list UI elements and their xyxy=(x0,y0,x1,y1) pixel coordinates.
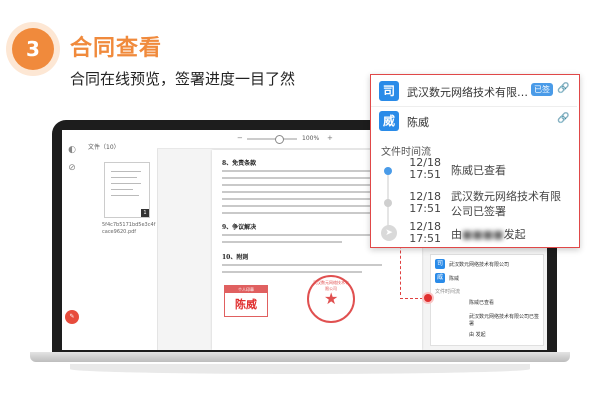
seal-star-icon: ★ xyxy=(324,289,339,308)
mini-event: 武汉数元网络技术有限公司已签署 xyxy=(469,314,540,327)
section-heading: 10、附则 xyxy=(222,254,249,261)
person-avatar-mini: 威 xyxy=(435,273,445,283)
page-subtitle: 合同在线预览，签署进度一目了然 xyxy=(70,70,296,88)
sign-action-icon[interactable]: ✎ xyxy=(65,310,79,324)
laptop-base xyxy=(30,352,570,362)
company-avatar: 司 xyxy=(379,81,399,101)
page-title: 合同查看 xyxy=(70,36,163,61)
link-icon[interactable]: 🔗 xyxy=(557,83,569,94)
person-avatar: 威 xyxy=(379,111,399,131)
callout-marker xyxy=(424,294,432,302)
attachment-icon[interactable]: ⊘ xyxy=(66,162,78,174)
event-date: 12/18 17:51 xyxy=(409,220,441,245)
event-text: 陈威已查看 xyxy=(451,164,506,177)
timeline-dot xyxy=(384,199,392,207)
section-heading: 9、争议解决 xyxy=(222,224,257,231)
company-seal: 武汉数元网络技术有限公司 ★ xyxy=(307,275,355,323)
person-signer-name: 陈威 xyxy=(407,116,429,129)
event-text: 武汉数元网络技术有限公司已签署 xyxy=(451,190,561,218)
file-panel: 文件（10） 1 5f4c7b5171bd5e3c4fcace9620.pdf xyxy=(82,130,158,350)
mini-company-name: 武汉数元网络技术有限公司 xyxy=(449,262,510,268)
zoom-slider[interactable] xyxy=(247,138,297,140)
zoom-in-icon[interactable]: + xyxy=(327,134,333,142)
timeline-dot xyxy=(384,167,392,175)
mini-signer-panel: 司 武汉数元网络技术有限公司 威 陈威 文件时间流 陈威已查看 武汉数元网络技术… xyxy=(430,254,544,346)
file-panel-title: 文件（10） xyxy=(88,144,120,151)
link-icon[interactable]: 🔗 xyxy=(557,113,569,124)
send-icon: ➤ xyxy=(381,225,397,241)
file-thumbnail[interactable]: 1 xyxy=(104,162,150,218)
mini-event: 陈威已查看 xyxy=(469,300,495,306)
laptop-base-shadow xyxy=(70,364,530,374)
signed-status-badge: 已签 xyxy=(531,83,553,96)
zoom-slider-handle[interactable] xyxy=(275,135,284,144)
page-count-badge: 1 xyxy=(141,209,149,217)
personal-seal-name: 陈威 xyxy=(235,298,257,311)
zoom-out-icon[interactable]: − xyxy=(237,134,243,142)
event-text: 由■■■■发起 xyxy=(451,228,526,241)
section-heading: 8、免责条款 xyxy=(222,160,257,167)
mini-person-name: 陈威 xyxy=(449,276,460,282)
app-left-bar: ◐ ⊘ ✎ xyxy=(62,130,83,350)
file-name[interactable]: 5f4c7b5171bd5e3c4fcace9620.pdf xyxy=(102,222,156,236)
event-date: 12/18 17:51 xyxy=(409,156,441,181)
company-signer-name: 武汉数元网络技术有限… xyxy=(407,86,528,99)
company-avatar-mini: 司 xyxy=(435,259,445,269)
mini-event: 由 发起 xyxy=(469,332,486,338)
personal-seal-header: 个人印章 xyxy=(225,286,267,293)
step-number-badge: 3 xyxy=(12,28,54,70)
event-date: 12/18 17:51 xyxy=(409,190,441,215)
signer-detail-popup: 司 武汉数元网络技术有限… 已签 🔗 威 陈威 🔗 文件时间流 ➤ 12/18 1… xyxy=(370,74,580,248)
zoom-level: 100% xyxy=(302,135,320,142)
logo-icon: ◐ xyxy=(68,145,76,155)
personal-seal: 个人印章 陈威 xyxy=(224,285,268,317)
mini-flow-title: 文件时间流 xyxy=(435,289,461,295)
